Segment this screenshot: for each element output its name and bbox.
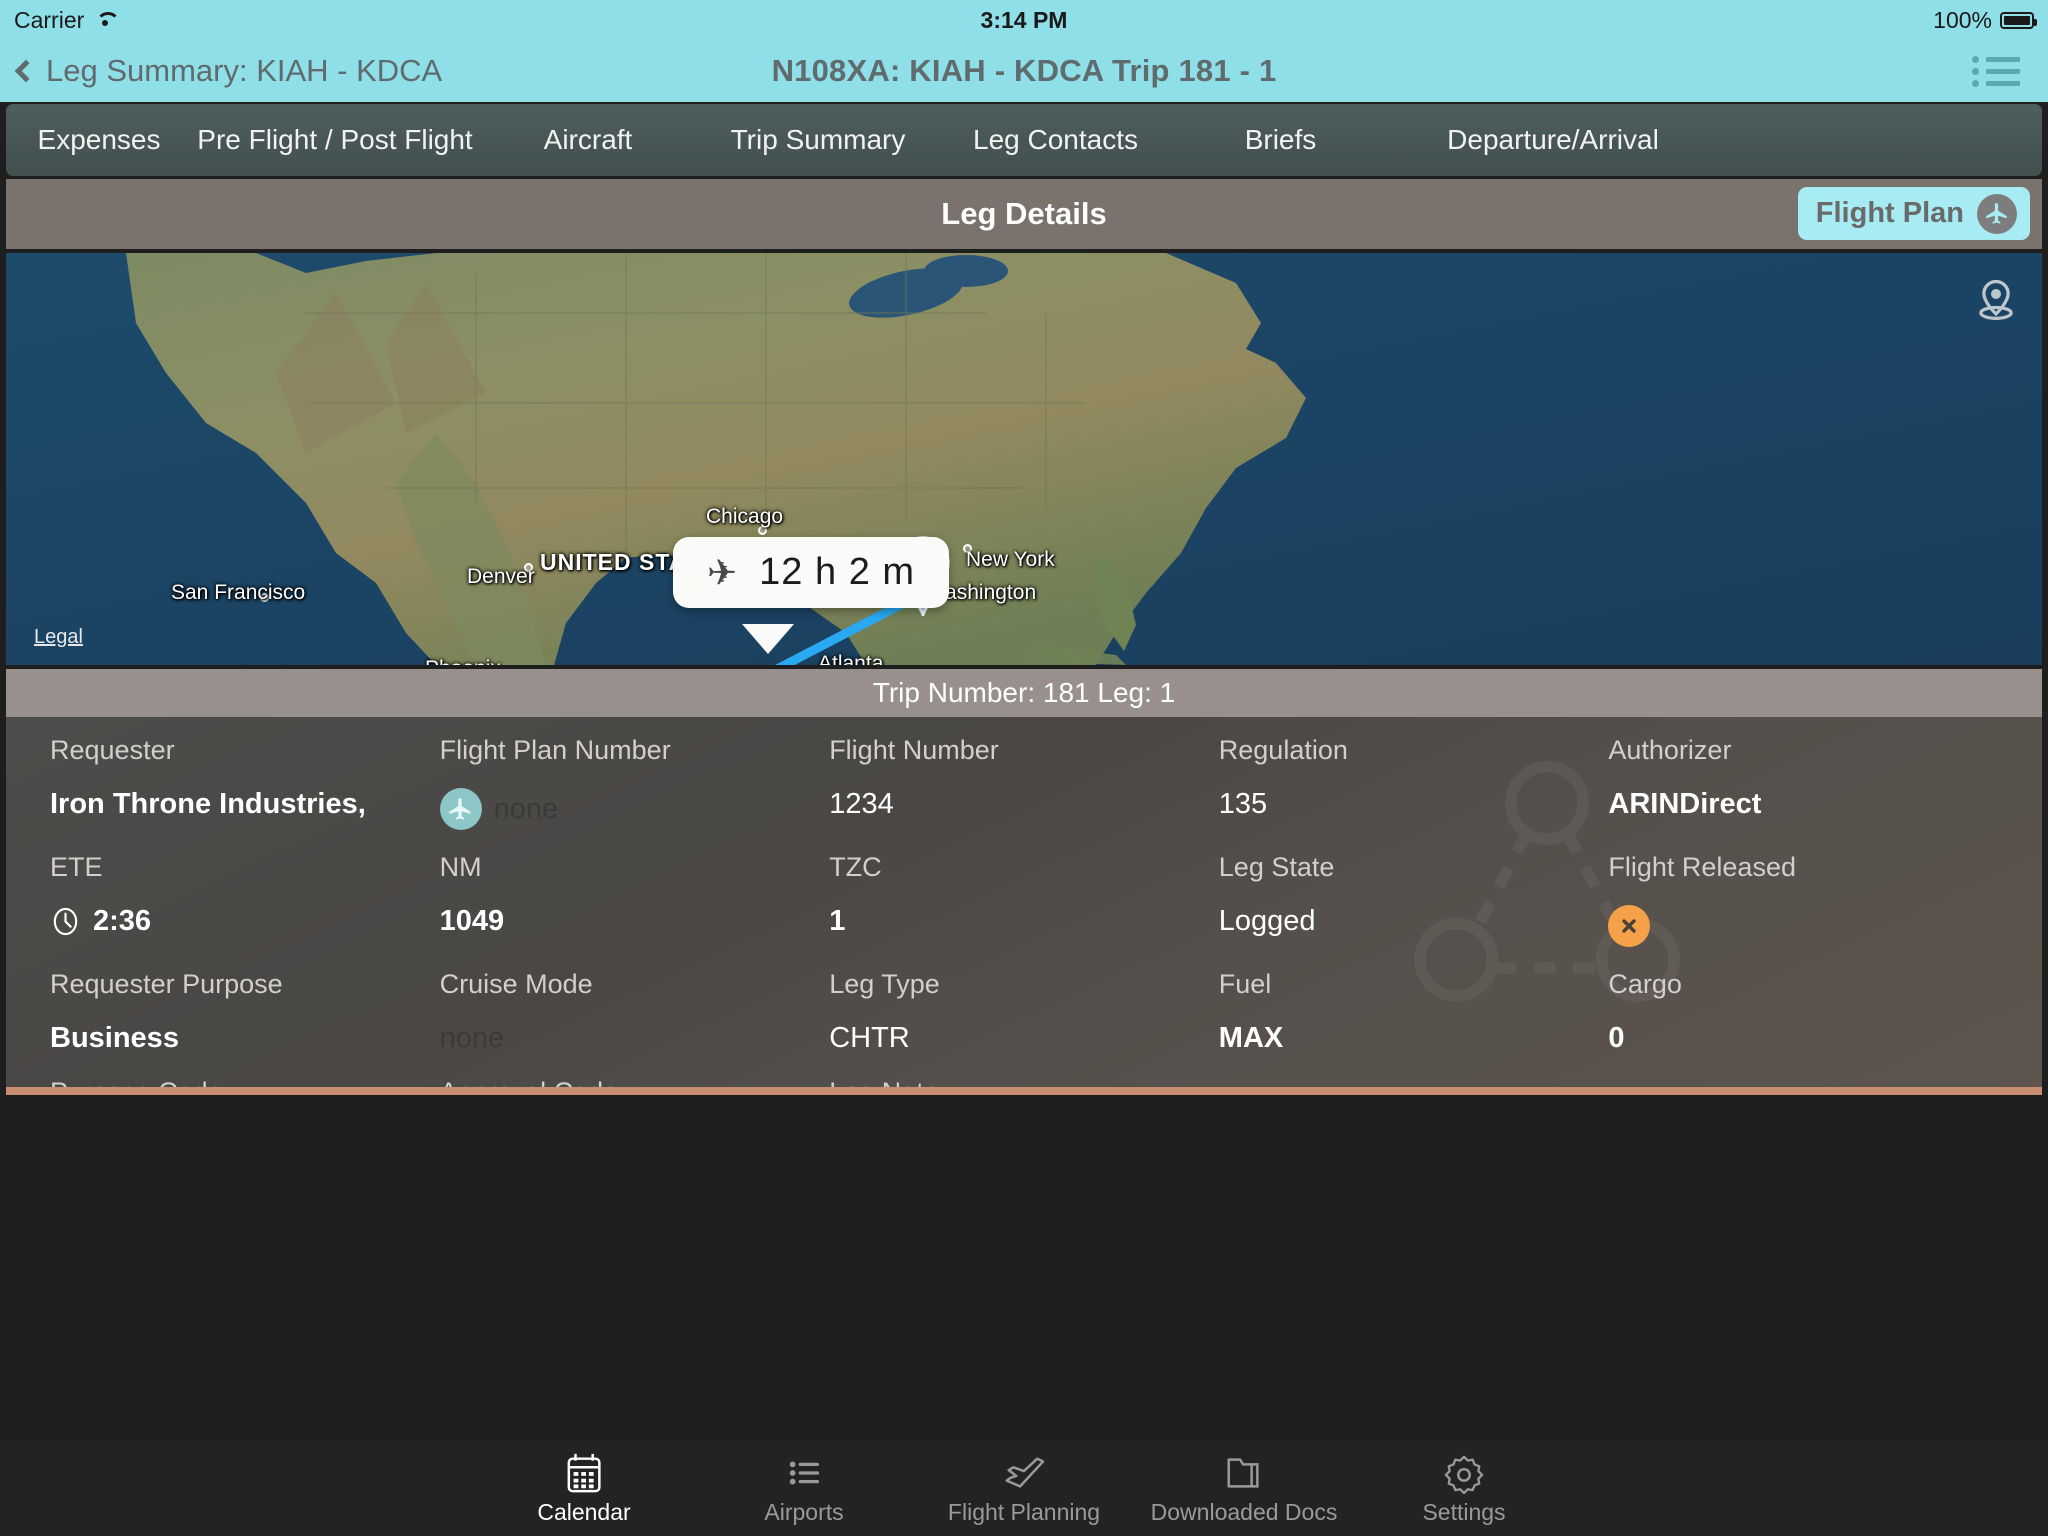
- bottom-tab-bar: Calendar Airports Flight Planning Downlo…: [0, 1440, 2048, 1536]
- tab-expenses[interactable]: Expenses: [6, 124, 192, 156]
- field-tzc: TZC 1: [829, 852, 882, 937]
- field-cargo: Cargo 0: [1608, 969, 1682, 1054]
- bottom-tab-downloaded-docs[interactable]: Downloaded Docs: [1134, 1451, 1354, 1526]
- field-flight-number: Flight Number 1234: [829, 735, 999, 820]
- list-icon: [694, 1451, 914, 1495]
- gear-icon: [1354, 1451, 1574, 1495]
- bottom-tab-label: Airports: [764, 1498, 844, 1525]
- navigation-bar: Leg Summary: KIAH - KDCA N108XA: KIAH - …: [0, 40, 2048, 102]
- panel-bottom-edge: [6, 1087, 2042, 1095]
- calendar-icon: [474, 1451, 694, 1495]
- flight-duration-callout: ✈ 12 h 2 m: [673, 537, 950, 608]
- clock-icon: [53, 907, 78, 936]
- field-authorizer: Authorizer ARINDirect: [1608, 735, 1762, 820]
- map-label-new-york: New York: [966, 548, 1055, 571]
- x-circle-icon[interactable]: [1608, 905, 1651, 947]
- field-requester-purpose: Requester Purpose Business: [50, 969, 283, 1054]
- map-label-phoenix: Phoenix: [425, 657, 501, 665]
- leg-details-grid: Requester Iron Throne Industries, Flight…: [6, 717, 2042, 1095]
- field-leg-state: Leg State Logged: [1218, 852, 1335, 937]
- tab-departure-arrival[interactable]: Departure/Arrival: [1388, 124, 1718, 156]
- field-value: none: [493, 792, 559, 825]
- airplane-badge-icon[interactable]: [439, 788, 482, 830]
- route-map[interactable]: Chicago New York Denver San Francisco Wa…: [6, 253, 2042, 665]
- trip-number-bar: Trip Number: 181 Leg: 1: [6, 669, 2042, 717]
- map-label-chicago: Chicago: [706, 505, 784, 528]
- tab-trip-summary[interactable]: Trip Summary: [698, 124, 938, 156]
- field-regulation: Regulation 135: [1218, 735, 1348, 820]
- status-bar-time: 3:14 PM: [980, 6, 1068, 33]
- flight-plan-button[interactable]: Flight Plan: [1797, 187, 2030, 240]
- app-root: Carrier 3:14 PM 100% Leg Summary: KIAH -…: [0, 0, 2048, 1536]
- callout-tail: [742, 624, 794, 654]
- bottom-tab-airports[interactable]: Airports: [694, 1451, 914, 1526]
- field-flight-released: Flight Released: [1608, 852, 1998, 947]
- location-pin-icon[interactable]: [1970, 275, 2022, 327]
- field-flight-plan-number: Flight Plan Number none: [439, 735, 830, 830]
- details-row: Requester Purpose Business Cruise Mode n…: [50, 969, 1998, 1055]
- list-menu-icon[interactable]: [1970, 52, 2022, 90]
- details-row: ETE 2:36 NM 1049 TZC 1 Leg State Logged …: [50, 852, 1998, 947]
- details-row: Requester Iron Throne Industries, Flight…: [50, 735, 1998, 830]
- field-value: 2:36: [93, 905, 152, 937]
- status-bar-right: 100%: [1933, 6, 2037, 34]
- map-label-san-francisco: San Francisco: [171, 581, 306, 604]
- bottom-tab-flight-planning[interactable]: Flight Planning: [914, 1451, 1134, 1526]
- status-bar: Carrier 3:14 PM 100%: [0, 0, 2048, 40]
- tab-aircraft[interactable]: Aircraft: [478, 124, 698, 156]
- bottom-tab-settings[interactable]: Settings: [1354, 1451, 1574, 1526]
- bottom-tab-label: Downloaded Docs: [1150, 1498, 1338, 1525]
- map-label-atlanta: Atlanta: [818, 652, 884, 665]
- bottom-tab-label: Settings: [1422, 1498, 1506, 1525]
- field-fuel: Fuel MAX: [1218, 969, 1284, 1054]
- airplane-icon: ✈: [707, 551, 738, 593]
- tab-pre-post-flight[interactable]: Pre Flight / Post Flight: [192, 124, 478, 156]
- field-requester: Requester Iron Throne Industries,: [50, 735, 366, 820]
- field-cruise-mode: Cruise Mode none: [439, 969, 593, 1054]
- airplane-icon: [1977, 193, 2017, 234]
- map-label-denver: Denver: [467, 565, 535, 588]
- map-legal-link[interactable]: Legal: [34, 626, 83, 649]
- flight-duration-label: 12 h 2 m: [759, 551, 916, 593]
- bottom-tab-label: Flight Planning: [947, 1498, 1101, 1525]
- section-tab-strip: Expenses Pre Flight / Post Flight Aircra…: [6, 104, 2042, 176]
- field-leg-type: Leg Type CHTR: [829, 969, 940, 1054]
- folder-icon: [1134, 1451, 1354, 1495]
- battery-percent-label: 100%: [1933, 6, 1992, 33]
- field-ete: ETE 2:36: [50, 852, 152, 937]
- page-title: N108XA: KIAH - KDCA Trip 181 - 1: [771, 53, 1277, 88]
- flight-plan-button-label: Flight Plan: [1815, 197, 1964, 229]
- leg-details-title: Leg Details: [941, 196, 1107, 231]
- tab-leg-contacts[interactable]: Leg Contacts: [938, 124, 1173, 156]
- leg-details-panel: Requester Iron Throne Industries, Flight…: [6, 717, 2042, 1095]
- bottom-tab-label: Calendar: [537, 1498, 631, 1525]
- tab-briefs[interactable]: Briefs: [1173, 124, 1388, 156]
- field-nm: NM 1049: [439, 852, 505, 937]
- bottom-tab-calendar[interactable]: Calendar: [474, 1451, 694, 1526]
- battery-full-icon: [2000, 11, 2037, 29]
- takeoff-plane-icon: [914, 1451, 1134, 1495]
- leg-details-header: Leg Details Flight Plan: [6, 179, 2042, 249]
